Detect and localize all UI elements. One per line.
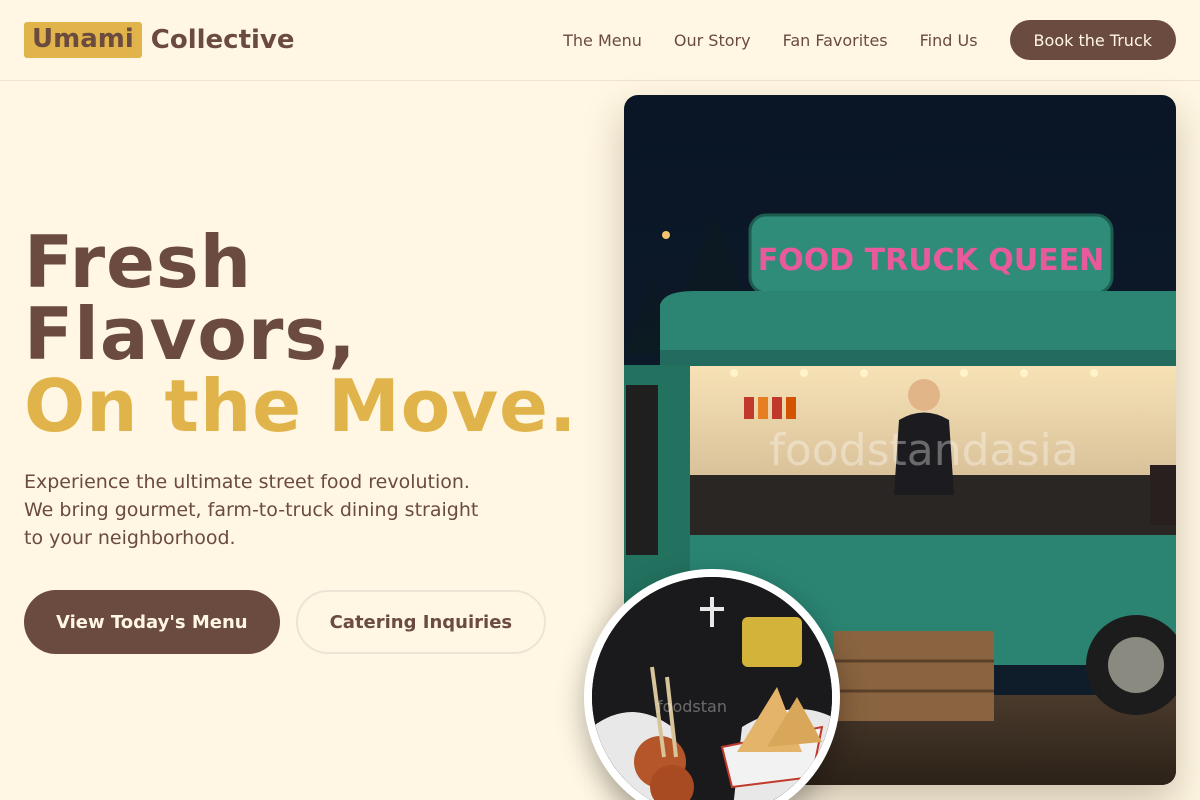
nav-link-menu[interactable]: The Menu <box>563 31 642 50</box>
brand-name: Collective <box>150 25 295 55</box>
brand-logo[interactable]: Umami Collective <box>24 22 295 58</box>
hero-text: Fresh Flavors, On the Move. Experience t… <box>24 226 584 552</box>
nav-link-fan-favorites[interactable]: Fan Favorites <box>783 31 888 50</box>
hero-title-line-3: On the Move. <box>24 364 578 448</box>
hero-title-line-1: Fresh <box>24 220 253 304</box>
hero-title-line-2: Flavors, <box>24 292 357 376</box>
photo-watermark: foodstandasia <box>769 425 1078 476</box>
hero-description: Experience the ultimate street food revo… <box>24 471 479 549</box>
brand-badge: Umami <box>24 22 142 58</box>
hero-actions: View Today's Menu Catering Inquiries <box>24 590 547 654</box>
truck-sign-text: FOOD TRUCK QUEEN <box>758 243 1104 278</box>
nav-link-our-story[interactable]: Our Story <box>674 31 751 50</box>
site-header: Umami Collective The Menu Our Story Fan … <box>0 0 1200 81</box>
view-menu-button[interactable]: View Today's Menu <box>24 590 280 654</box>
catering-inquiries-button[interactable]: Catering Inquiries <box>295 590 547 654</box>
closeup-watermark: foodstan <box>657 697 727 716</box>
book-truck-button[interactable]: Book the Truck <box>1009 20 1176 60</box>
nav-link-find-us[interactable]: Find Us <box>920 31 978 50</box>
main-nav: The Menu Our Story Fan Favorites Find Us… <box>563 20 1176 60</box>
